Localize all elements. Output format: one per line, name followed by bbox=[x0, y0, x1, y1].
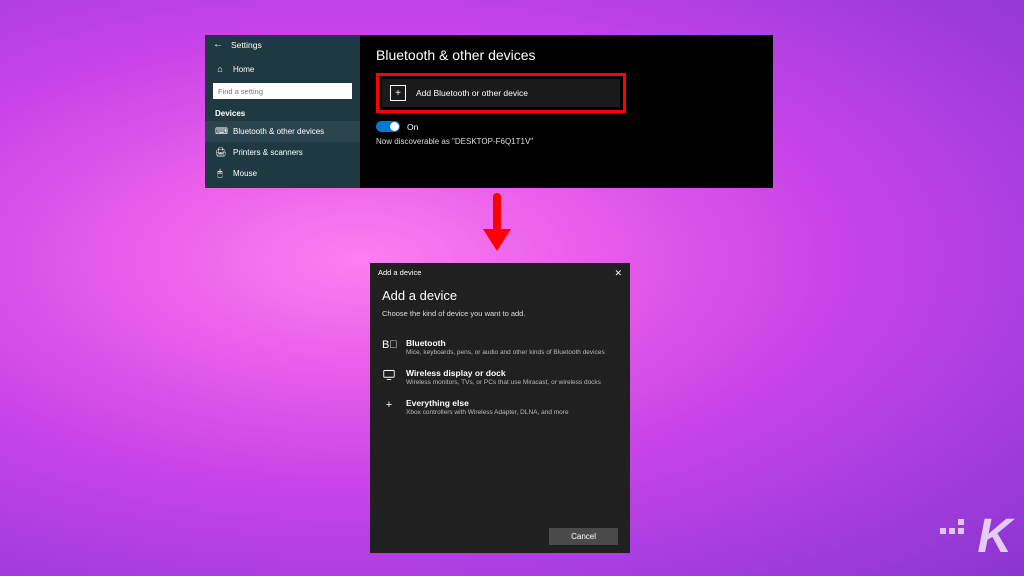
option-wireless-title: Wireless display or dock bbox=[406, 368, 618, 378]
settings-sidebar: ← Settings ⌂ Home Devices ⌨ Bluetooth & … bbox=[205, 35, 360, 188]
bluetooth-devices-icon: ⌨ bbox=[215, 126, 225, 137]
printer-icon: 🖨 bbox=[215, 147, 225, 158]
cancel-button[interactable]: Cancel bbox=[549, 528, 618, 545]
settings-window: ← Settings ⌂ Home Devices ⌨ Bluetooth & … bbox=[205, 35, 773, 188]
add-bluetooth-device-button[interactable]: + Add Bluetooth or other device bbox=[382, 79, 620, 107]
dialog-body: Add a device Choose the kind of device y… bbox=[370, 282, 630, 520]
dialog-titlebar-text: Add a device bbox=[378, 268, 421, 279]
dialog-footer: Cancel bbox=[370, 520, 630, 553]
option-everything-title: Everything else bbox=[406, 398, 618, 408]
dialog-subheading: Choose the kind of device you want to ad… bbox=[382, 309, 618, 318]
plus-icon: + bbox=[390, 85, 406, 101]
plus-icon: + bbox=[382, 399, 396, 411]
dialog-heading: Add a device bbox=[382, 288, 618, 303]
display-icon bbox=[382, 369, 396, 384]
titlebar: ← Settings bbox=[205, 35, 360, 54]
option-everything-desc: Xbox controllers with Wireless Adapter, … bbox=[406, 409, 618, 416]
nav-printers-label: Printers & scanners bbox=[233, 148, 303, 157]
nav-bluetooth-label: Bluetooth & other devices bbox=[233, 127, 324, 136]
page-title: Bluetooth & other devices bbox=[376, 47, 757, 63]
nav-home-label: Home bbox=[233, 65, 254, 74]
sidebar-section-devices: Devices bbox=[205, 103, 360, 121]
option-wireless-display[interactable]: Wireless display or dock Wireless monito… bbox=[382, 362, 618, 392]
discoverable-text: Now discoverable as "DESKTOP-F6Q1T1V" bbox=[376, 137, 757, 146]
bluetooth-icon: B⃣ bbox=[382, 339, 396, 351]
mouse-icon: 🖱 bbox=[215, 168, 225, 179]
search-input[interactable] bbox=[218, 87, 347, 96]
add-device-label: Add Bluetooth or other device bbox=[416, 88, 528, 98]
option-bluetooth[interactable]: B⃣ Bluetooth Mice, keyboards, pens, or a… bbox=[382, 332, 618, 362]
option-everything-else[interactable]: + Everything else Xbox controllers with … bbox=[382, 392, 618, 422]
nav-printers[interactable]: 🖨 Printers & scanners bbox=[205, 142, 360, 163]
back-arrow-icon[interactable]: ← bbox=[213, 39, 223, 50]
annotation-arrow-icon bbox=[488, 193, 506, 253]
add-device-dialog: Add a device ✕ Add a device Choose the k… bbox=[370, 263, 630, 553]
home-icon: ⌂ bbox=[215, 64, 225, 74]
nav-home[interactable]: ⌂ Home bbox=[205, 59, 360, 79]
bluetooth-toggle-label: On bbox=[407, 122, 418, 132]
nav-mouse[interactable]: 🖱 Mouse bbox=[205, 163, 360, 184]
option-wireless-desc: Wireless monitors, TVs, or PCs that use … bbox=[406, 379, 618, 386]
dialog-titlebar: Add a device ✕ bbox=[370, 263, 630, 282]
bluetooth-toggle-row: On bbox=[376, 121, 757, 132]
add-device-highlight: + Add Bluetooth or other device bbox=[376, 73, 626, 113]
search-box[interactable] bbox=[213, 83, 352, 99]
logo-dots bbox=[940, 519, 964, 534]
nav-bluetooth[interactable]: ⌨ Bluetooth & other devices bbox=[205, 121, 360, 142]
settings-main-pane: Bluetooth & other devices + Add Bluetoot… bbox=[360, 35, 773, 188]
nav-mouse-label: Mouse bbox=[233, 169, 257, 178]
option-bluetooth-desc: Mice, keyboards, pens, or audio and othe… bbox=[406, 349, 618, 356]
bluetooth-toggle[interactable] bbox=[376, 121, 400, 132]
k-logo: K bbox=[977, 509, 1008, 564]
app-title: Settings bbox=[231, 40, 262, 50]
close-icon[interactable]: ✕ bbox=[614, 268, 622, 279]
option-bluetooth-title: Bluetooth bbox=[406, 338, 618, 348]
